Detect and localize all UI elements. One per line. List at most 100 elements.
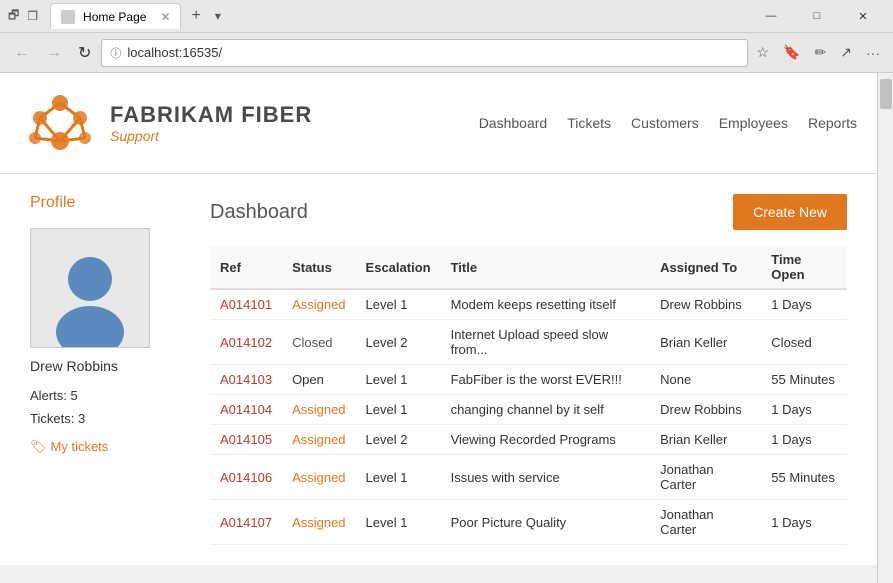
cell-time: 1 Days <box>761 289 847 320</box>
my-tickets-label: My tickets <box>51 439 109 454</box>
maximize-button[interactable]: □ <box>795 4 839 28</box>
tab-dropdown-icon[interactable]: ▾ <box>211 7 225 25</box>
cell-escalation: Level 1 <box>356 500 441 545</box>
content-layout: Profile Drew Robbins Alerts: 5 <box>30 194 847 545</box>
brand-sub: Support <box>110 128 312 144</box>
cell-assigned: Jonathan Carter <box>650 500 761 545</box>
nav-reports[interactable]: Reports <box>808 115 857 131</box>
minimize-button[interactable]: — <box>749 4 793 28</box>
col-time: Time Open <box>761 246 847 289</box>
status-badge: Closed <box>292 335 332 350</box>
cell-title: Issues with service <box>441 455 651 500</box>
table-row: A014107 Assigned Level 1 Poor Picture Qu… <box>210 500 847 545</box>
back-button[interactable]: ← <box>8 40 36 66</box>
cell-status: Assigned <box>282 425 355 455</box>
nav-customers[interactable]: Customers <box>631 115 699 131</box>
user-stats: Alerts: 5 Tickets: 3 <box>30 384 190 431</box>
nav-employees[interactable]: Employees <box>719 115 788 131</box>
table-row: A014104 Assigned Level 1 changing channe… <box>210 395 847 425</box>
cell-ref: A014105 <box>210 425 282 455</box>
main-area: Profile Drew Robbins Alerts: 5 <box>0 174 877 565</box>
new-tab-button[interactable]: + <box>185 5 206 27</box>
tickets-label: Tickets: <box>30 411 74 426</box>
col-assigned: Assigned To <box>650 246 761 289</box>
page-content: FABRIKAM FIBER Support Dashboard Tickets… <box>0 73 877 583</box>
cell-assigned: Jonathan Carter <box>650 455 761 500</box>
lock-icon: ⓘ <box>110 45 121 61</box>
tab-bar: 🗗 ❐ Home Page ✕ + ▾ <box>8 3 745 29</box>
tab-title: Home Page <box>83 10 146 24</box>
cell-time: 1 Days <box>761 500 847 545</box>
ref-link[interactable]: A014102 <box>220 335 272 350</box>
ref-link[interactable]: A014107 <box>220 515 272 530</box>
cell-time: 55 Minutes <box>761 455 847 500</box>
alerts-label: Alerts: <box>30 388 67 403</box>
window-icon: 🗗 <box>8 6 19 27</box>
cell-status: Assigned <box>282 500 355 545</box>
alerts-stat: Alerts: 5 <box>30 384 190 407</box>
nav-tickets[interactable]: Tickets <box>567 115 611 131</box>
avatar-image <box>40 247 140 347</box>
close-button[interactable]: ✕ <box>841 4 885 28</box>
browser-chrome: 🗗 ❐ Home Page ✕ + ▾ — □ ✕ ← → ↻ ⓘ ☆ 🔖 ✏ <box>0 0 893 73</box>
cell-time: 1 Days <box>761 395 847 425</box>
cell-assigned: Drew Robbins <box>650 289 761 320</box>
ref-link[interactable]: A014104 <box>220 402 272 417</box>
cell-title: Viewing Recorded Programs <box>441 425 651 455</box>
cell-ref: A014107 <box>210 500 282 545</box>
col-escalation: Escalation <box>356 246 441 289</box>
window-restore-icon: ❐ <box>27 9 38 23</box>
site-header: FABRIKAM FIBER Support Dashboard Tickets… <box>0 73 877 174</box>
cell-status: Open <box>282 365 355 395</box>
ref-link[interactable]: A014105 <box>220 432 272 447</box>
cell-ref: A014101 <box>210 289 282 320</box>
cell-ref: A014104 <box>210 395 282 425</box>
scrollbar[interactable] <box>877 73 893 583</box>
table-header: Ref Status Escalation Title Assigned To … <box>210 246 847 289</box>
col-status: Status <box>282 246 355 289</box>
pen-button[interactable]: ✏ <box>810 41 832 64</box>
forward-button[interactable]: → <box>40 40 68 66</box>
my-tickets-link[interactable]: 🏷 My tickets <box>30 439 190 455</box>
tab-close-icon[interactable]: ✕ <box>160 10 170 24</box>
address-bar[interactable]: ⓘ <box>101 39 747 67</box>
cell-assigned: None <box>650 365 761 395</box>
table-row: A014101 Assigned Level 1 Modem keeps res… <box>210 289 847 320</box>
tickets-stat: Tickets: 3 <box>30 407 190 430</box>
cell-escalation: Level 1 <box>356 289 441 320</box>
page-wrapper: FABRIKAM FIBER Support Dashboard Tickets… <box>0 73 893 583</box>
url-input[interactable] <box>127 45 738 60</box>
status-badge: Assigned <box>292 402 345 417</box>
favorites-button[interactable]: ☆ <box>752 41 775 64</box>
scrollbar-thumb[interactable] <box>880 79 892 109</box>
more-button[interactable]: ··· <box>861 41 885 64</box>
cell-title: FabFiber is the worst EVER!!! <box>441 365 651 395</box>
share-button[interactable]: ↗ <box>835 41 857 64</box>
cell-time: 1 Days <box>761 425 847 455</box>
cell-escalation: Level 1 <box>356 455 441 500</box>
cell-escalation: Level 2 <box>356 425 441 455</box>
ref-link[interactable]: A014103 <box>220 372 272 387</box>
status-badge: Assigned <box>292 515 345 530</box>
active-tab[interactable]: Home Page ✕ <box>50 3 181 29</box>
logo-area: FABRIKAM FIBER Support <box>20 83 312 163</box>
main-nav: Dashboard Tickets Customers Employees Re… <box>479 115 857 131</box>
ticket-icon: 🏷 <box>30 439 47 455</box>
user-name: Drew Robbins <box>30 358 190 374</box>
tickets-count: 3 <box>78 411 85 426</box>
nav-dashboard[interactable]: Dashboard <box>479 115 548 131</box>
refresh-button[interactable]: ↻ <box>72 39 97 67</box>
table-row: A014106 Assigned Level 1 Issues with ser… <box>210 455 847 500</box>
cell-status: Closed <box>282 320 355 365</box>
reading-list-button[interactable]: 🔖 <box>778 41 805 64</box>
cell-status: Assigned <box>282 289 355 320</box>
brand-name: FABRIKAM FIBER <box>110 102 312 128</box>
status-badge: Assigned <box>292 432 345 447</box>
ref-link[interactable]: A014101 <box>220 297 272 312</box>
table-row: A014102 Closed Level 2 Internet Upload s… <box>210 320 847 365</box>
tickets-table: Ref Status Escalation Title Assigned To … <box>210 246 847 545</box>
dashboard-title: Dashboard <box>210 201 308 224</box>
ref-link[interactable]: A014106 <box>220 470 272 485</box>
navigation-bar: ← → ↻ ⓘ ☆ 🔖 ✏ ↗ ··· <box>0 32 893 72</box>
create-new-button[interactable]: Create New <box>733 194 847 230</box>
